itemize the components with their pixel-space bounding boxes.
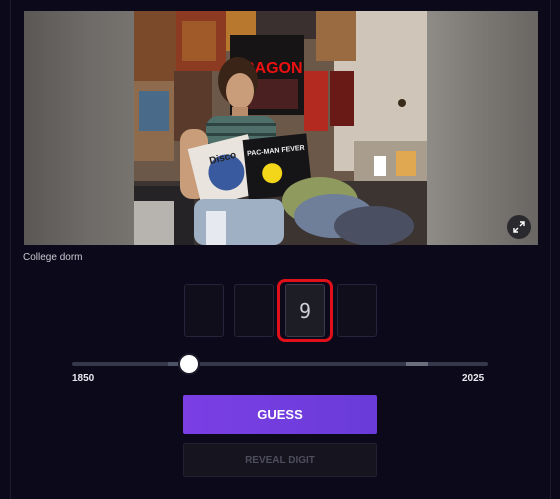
year-digit-1 <box>184 284 224 337</box>
photo-caption: College dorm <box>23 252 83 263</box>
year-slider-track[interactable] <box>72 362 488 366</box>
year-digit-3: 9 <box>285 284 325 337</box>
slider-max-label: 2025 <box>462 373 485 384</box>
year-digit-2 <box>234 284 274 337</box>
photo-frame: DRAGON Disco PAC-MAN FEVER <box>24 11 538 245</box>
dorm-photo-illustration: DRAGON Disco PAC-MAN FEVER <box>134 11 427 245</box>
photo-blur-right <box>427 11 538 245</box>
reveal-digit-button[interactable]: REVEAL DIGIT <box>183 443 377 477</box>
game-page: DRAGON Disco PAC-MAN FEVER College dorm … <box>0 0 560 499</box>
slider-band-right <box>406 362 428 366</box>
guess-button[interactable]: GUESS <box>183 395 377 434</box>
slider-min-label: 1850 <box>72 373 95 384</box>
photo-blur-left <box>24 11 134 245</box>
expand-photo-button[interactable] <box>507 215 531 239</box>
year-slider-thumb[interactable] <box>180 355 198 373</box>
expand-icon <box>513 221 525 233</box>
year-digit-4 <box>337 284 377 337</box>
dorm-photo: DRAGON Disco PAC-MAN FEVER <box>134 11 427 245</box>
